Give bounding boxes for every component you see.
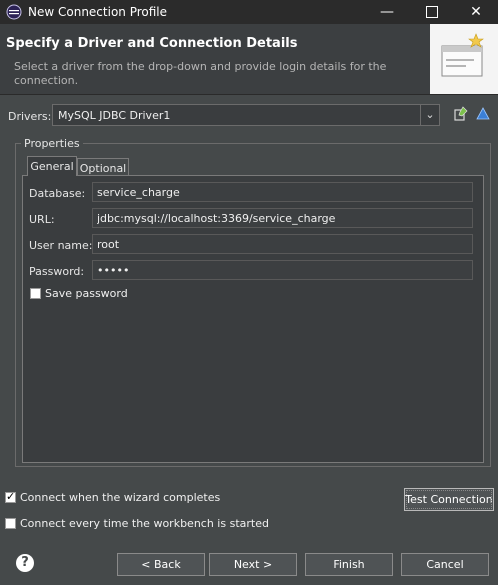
checkmark-icon: ✓	[6, 490, 16, 503]
title-bar: New Connection Profile — ✕	[0, 0, 498, 24]
minimize-button[interactable]: —	[365, 0, 409, 24]
new-driver-icon[interactable]	[474, 105, 492, 123]
back-button[interactable]: < Back	[117, 553, 205, 576]
url-field[interactable]	[92, 208, 473, 228]
cancel-button[interactable]: Cancel	[401, 553, 489, 576]
properties-group-label: Properties	[21, 137, 83, 150]
password-label: Password:	[29, 265, 85, 278]
tab-general[interactable]: General	[27, 156, 77, 176]
connect-on-complete-label: Connect when the wizard completes	[20, 491, 221, 504]
connect-every-time-checkbox[interactable]	[5, 518, 16, 529]
drivers-label: Drivers:	[8, 110, 52, 123]
drivers-dropdown[interactable]: MySQL JDBC Driver1 ⌄	[52, 104, 440, 126]
edit-driver-icon[interactable]	[452, 105, 470, 123]
connect-every-time-label: Connect every time the workbench is star…	[20, 517, 269, 530]
user-name-label: User name:	[29, 239, 93, 252]
help-icon[interactable]: ?	[16, 554, 34, 572]
database-wizard-icon	[441, 33, 484, 77]
page-description: Select a driver from the drop-down and p…	[14, 60, 387, 87]
database-label: Database:	[29, 187, 86, 200]
finish-button[interactable]: Finish	[305, 553, 393, 576]
window-title: New Connection Profile	[28, 5, 168, 19]
wizard-banner-image	[430, 24, 498, 94]
user-name-field[interactable]	[92, 234, 473, 254]
save-password-checkbox[interactable]	[30, 288, 41, 299]
eclipse-icon	[6, 4, 22, 20]
save-password-label: Save password	[45, 287, 128, 300]
database-field[interactable]	[92, 182, 473, 202]
maximize-icon	[426, 6, 438, 18]
close-button[interactable]: ✕	[454, 0, 498, 24]
url-label: URL:	[29, 213, 55, 226]
selected-driver: MySQL JDBC Driver1	[58, 109, 171, 122]
connect-on-complete-checkbox[interactable]: ✓	[5, 490, 16, 503]
maximize-button[interactable]	[410, 0, 454, 24]
page-title: Specify a Driver and Connection Details	[6, 36, 298, 51]
chevron-down-icon[interactable]: ⌄	[420, 105, 439, 125]
password-field[interactable]	[92, 260, 473, 280]
wizard-header: Specify a Driver and Connection Details …	[0, 24, 498, 95]
next-button[interactable]: Next >	[209, 553, 297, 576]
test-connection-button[interactable]: Test Connection	[404, 488, 494, 511]
